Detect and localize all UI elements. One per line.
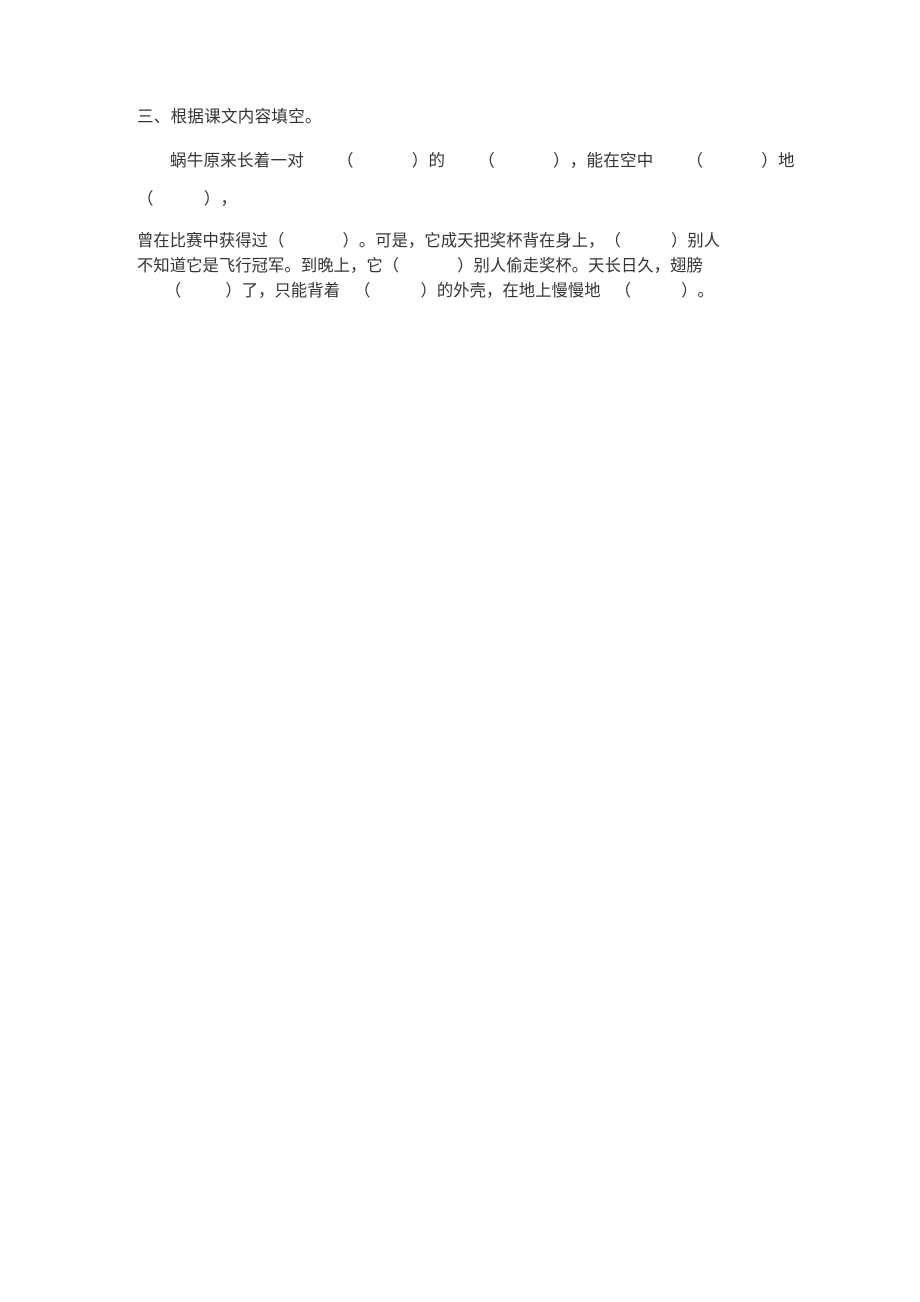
fill-in-blank[interactable]: （） (268, 228, 359, 253)
blank-close-paren: ） (225, 281, 242, 300)
blank-open-paren: （ (686, 151, 704, 170)
text-run: 别人 (687, 231, 721, 250)
text-line: 蜗牛原来长着一对（）的（），能在空中（）地 (137, 142, 801, 180)
text-run: 的 (428, 151, 446, 170)
fill-in-blank[interactable]: （） (445, 142, 570, 180)
blank-close-paren: ） (761, 151, 778, 170)
text-run: 蜗牛原来长着一对 (170, 151, 304, 170)
blank-open-paren: （ (165, 281, 182, 300)
blank-open-paren: （ (614, 281, 632, 300)
exercise-content-block: 三、根据课文内容填空。 蜗牛原来长着一对（）的（），能在空中（）地（）， 曾在比… (137, 104, 801, 303)
text-run: 别人偷走奖杯。天长日久，翅膀 (473, 256, 703, 275)
blank-close-paren: ） (681, 281, 698, 300)
fill-in-blank[interactable]: （） (654, 142, 779, 180)
text-line: 不知道它是飞行冠军。到晚上，它（ ）别人偷走奖杯。天长日久，翅膀 (137, 253, 801, 278)
text-line: （）了，只能背着（）的外壳，在地上慢慢地（）。 (137, 278, 801, 303)
blank-open-paren: （ (268, 231, 285, 250)
blank-open-paren: （ (604, 231, 621, 250)
fill-in-blank[interactable]: （） (304, 142, 429, 180)
blank-open-paren: （ (382, 256, 400, 275)
blank-open-paren: （ (478, 151, 495, 170)
paragraph-first: 蜗牛原来长着一对（）的（），能在空中（）地（）， (137, 142, 801, 218)
blank-close-paren: ） (457, 256, 474, 275)
blank-open-paren: （ (137, 189, 154, 208)
paragraph-second: 曾在比赛中获得过（ ）。可是，它成天把奖杯背在身上，（ ）别人 不知道它是飞行冠军。到… (137, 228, 801, 303)
blank-open-paren: （ (354, 281, 371, 300)
blank-close-paren: ） (203, 189, 221, 208)
section-heading: 三、根据课文内容填空。 (137, 107, 322, 126)
text-line: 曾在比赛中获得过（ ）。可是，它成天把奖杯背在身上，（ ）别人 (137, 228, 801, 253)
fill-in-blank[interactable]: （） (137, 180, 221, 218)
text-run: 的外壳，在地上慢慢地 (436, 281, 601, 300)
text-run: ， (220, 189, 238, 208)
text-run: ，能在空中 (569, 151, 654, 170)
fill-in-blank[interactable]: （） (601, 278, 698, 303)
blank-close-paren: ） (342, 231, 359, 250)
text-run: 曾在比赛中获得过 (137, 231, 269, 250)
text-run: 。 (697, 281, 714, 300)
worksheet-page: 三、根据课文内容填空。 蜗牛原来长着一对（）的（），能在空中（）地（）， 曾在比… (0, 0, 920, 1302)
blank-close-paren: ） (553, 151, 570, 170)
text-run: 不知道它是飞行冠军。到晚上，它 (137, 256, 383, 275)
blank-close-paren: ） (670, 231, 688, 250)
fill-in-blank[interactable]: （） (151, 278, 242, 303)
blank-close-paren: ） (411, 151, 429, 170)
blank-close-paren: ） (420, 281, 437, 300)
fill-in-blank[interactable]: （） (340, 278, 437, 303)
text-run: 。可是，它成天把奖杯背在身上， (358, 231, 605, 250)
fill-in-blank[interactable]: （） (383, 253, 474, 278)
fill-in-blank[interactable]: （） (605, 228, 688, 253)
text-line: （）， (137, 180, 801, 218)
text-run: 了，只能背着 (241, 281, 341, 300)
blank-open-paren: （ (337, 151, 354, 170)
text-run: 地 (778, 151, 795, 170)
